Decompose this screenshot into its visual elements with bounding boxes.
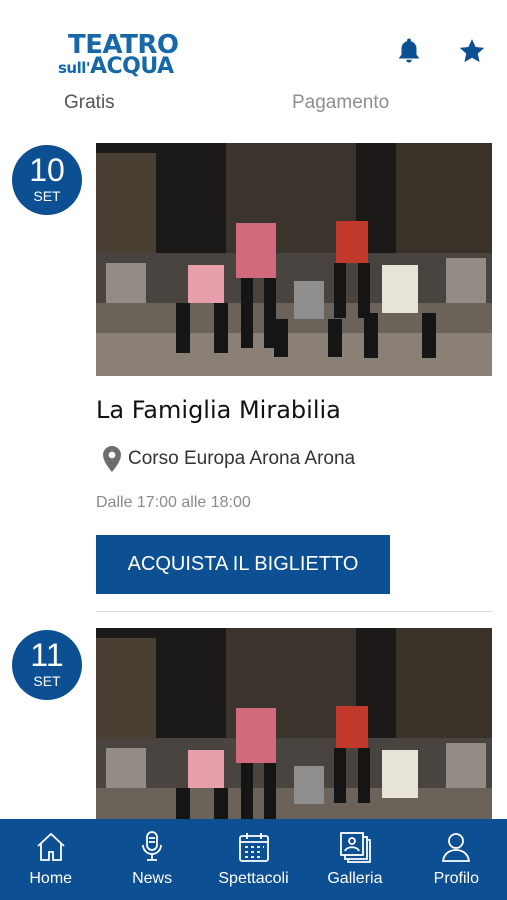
tab-spettacoli[interactable]: Spettacoli [203, 819, 304, 900]
tab-home[interactable]: Home [0, 819, 101, 900]
tab-galleria-label: Galleria [327, 870, 383, 887]
bell-icon[interactable] [394, 36, 424, 66]
gallery-icon [340, 832, 371, 863]
tab-spettacoli-label: Spettacoli [218, 870, 289, 887]
date-day: 10 [29, 152, 65, 188]
event-photo[interactable] [96, 143, 492, 376]
profile-icon [442, 833, 471, 862]
date-month: SET [33, 673, 61, 689]
tab-home-label: Home [29, 870, 73, 887]
star-icon[interactable] [457, 36, 487, 66]
event-location-text: Corso Europa Arona Arona [128, 448, 356, 469]
tab-news[interactable]: News [101, 819, 202, 900]
calendar-icon [238, 833, 269, 862]
date-month: SET [33, 188, 61, 204]
event-location: Corso Europa Arona Arona [102, 446, 355, 472]
event-title[interactable]: La Famiglia Mirabilia [96, 396, 341, 424]
filter-pagamento[interactable]: Pagamento [292, 92, 389, 114]
event-divider [96, 611, 492, 612]
logo-line-2: sull'ACQUA [58, 54, 174, 79]
logo-line-2-prefix: sull' [58, 59, 90, 77]
location-pin-icon [103, 446, 121, 472]
date-badge: 11 SET [12, 630, 82, 700]
home-icon [37, 832, 65, 861]
tab-profilo-label: Profilo [433, 870, 479, 887]
filter-gratis[interactable]: Gratis [64, 92, 115, 114]
date-badge: 10 SET [12, 145, 82, 215]
date-day: 11 [30, 637, 64, 673]
buy-ticket-button[interactable]: ACQUISTA IL BIGLIETTO [96, 535, 390, 594]
tab-profilo[interactable]: Profilo [406, 819, 507, 900]
tab-news-label: News [132, 870, 173, 887]
bottom-tab-bar: Home News Spettacoli Galleria Profilo [0, 819, 507, 900]
tab-galleria[interactable]: Galleria [304, 819, 405, 900]
microphone-icon [142, 831, 163, 861]
logo-line-2-word: ACQUA [89, 54, 174, 79]
event-time: Dalle 17:00 alle 18:00 [96, 494, 251, 511]
event-photo[interactable] [96, 628, 492, 819]
teatro-sull-acqua-logo[interactable]: TEATRO sull'ACQUA [58, 30, 198, 80]
app-header: TEATRO sull'ACQUA Gratis Pagamento [0, 0, 507, 130]
